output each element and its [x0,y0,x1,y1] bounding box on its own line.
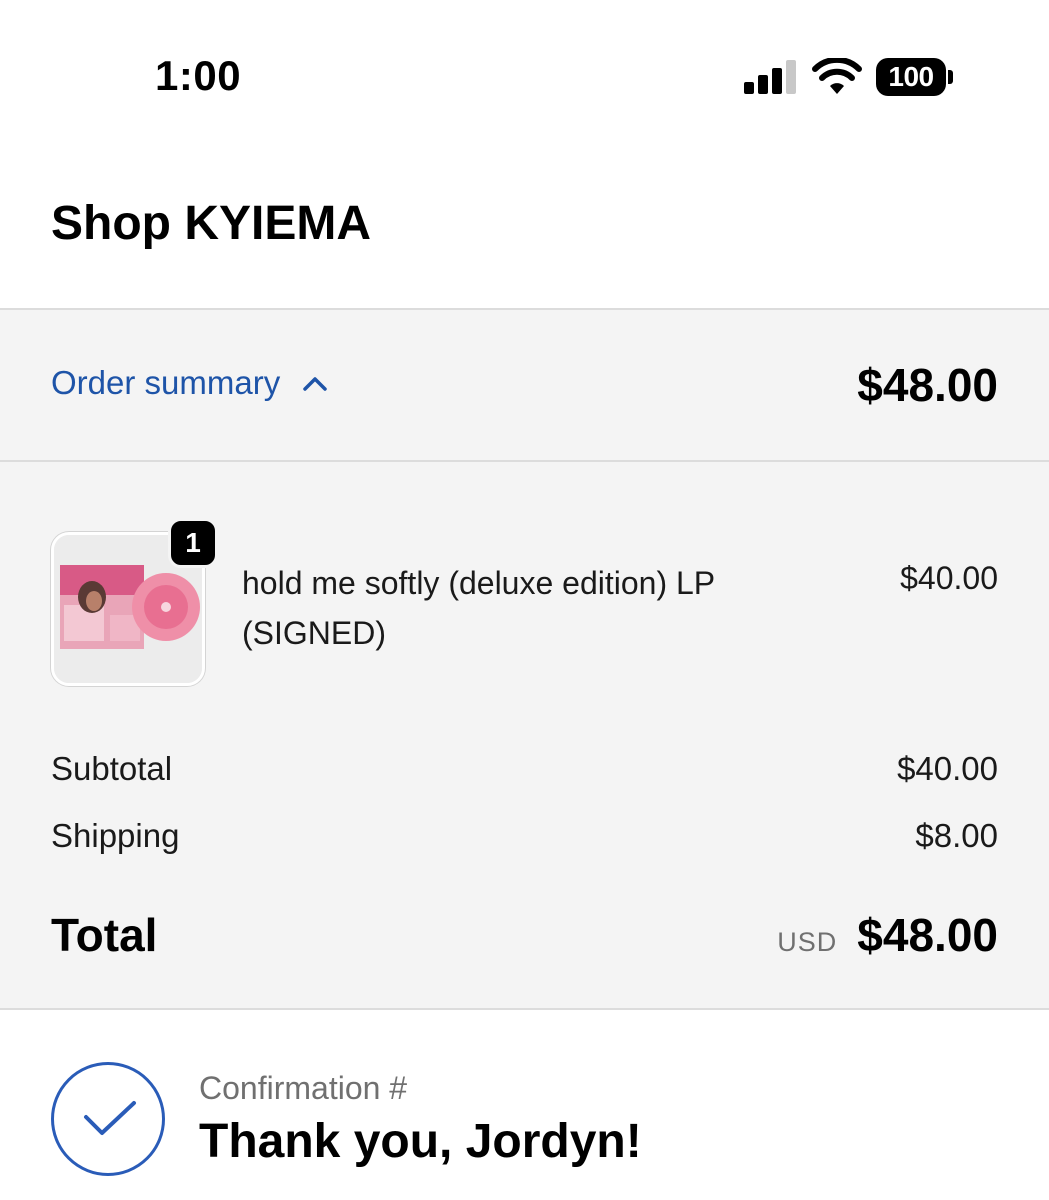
total-label: Total [51,909,158,961]
checkmark-icon [84,1101,136,1135]
order-summary-label: Order summary [51,364,281,401]
order-summary-total: $48.00 [857,359,998,411]
battery-tip [948,70,953,84]
subtotal-label: Subtotal [51,750,173,787]
wifi-icon [812,58,862,94]
cellular-signal-icon [744,60,796,94]
total-value: $48.00 [857,909,998,961]
subtotal-value: $40.00 [897,750,998,787]
shipping-label: Shipping [51,817,180,854]
product-price: $40.00 [900,560,998,596]
order-summary-bar[interactable]: Order summary $48.00 [0,308,1049,462]
confirmation-check-icon [51,1062,165,1176]
status-time: 1:00 [155,52,242,99]
product-name: hold me softly (deluxe edition) LP (SIGN… [242,565,715,651]
confirmation-label: Confirmation # [199,1070,408,1106]
order-details: 1 hold me softly (deluxe edition) LP (SI… [0,462,1049,1010]
status-bar: 1:00 100 [0,0,1049,150]
battery-icon: 100 [876,58,954,96]
battery-level: 100 [876,58,946,96]
order-summary-toggle[interactable]: Order summary [51,364,328,402]
thank-you-message: Thank you, Jordyn! [199,1115,642,1168]
chevron-up-icon [303,377,327,391]
quantity-badge: 1 [168,518,218,568]
checkout-page: 1:00 100 Shop KYIEMA Order summary $48.0… [0,0,1049,1200]
total-amount: USD $48.00 [777,908,998,962]
shop-title[interactable]: Shop KYIEMA [51,196,371,251]
currency-code: USD [777,927,838,957]
shipping-value: $8.00 [915,817,998,854]
